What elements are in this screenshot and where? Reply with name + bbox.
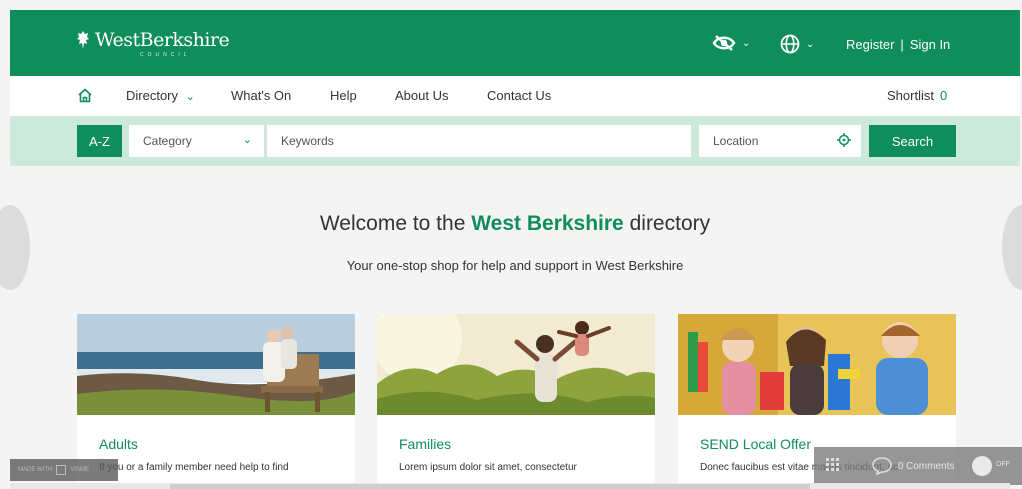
made-with-label: MADE WITH [18,467,53,473]
comments-count: 0 [898,461,904,472]
comments-label[interactable]: Comments [906,461,954,472]
keywords-input[interactable]: Keywords [267,125,691,157]
auth-links: Register | Sign In [846,37,950,52]
top-header: WestBerkshire COUNCIL ⌄ ⌄ Register | Sig… [10,10,1020,76]
card-image-send [678,314,956,415]
search-bar: A-Z Category ⌄ Keywords Location Search [10,116,1020,166]
logo-subtext: COUNCIL [140,52,191,58]
main-nav: Directory ⌄ What's On Help About Us Cont… [10,76,1020,116]
register-link[interactable]: Register [846,37,894,52]
nav-help[interactable]: Help [330,88,357,103]
made-with-brand: VISME [70,467,90,473]
chevron-down-icon: ⌄ [742,37,751,49]
category-placeholder: Category [143,134,192,148]
welcome-heading: Welcome to the West Berkshire directory [10,212,1020,236]
page: WestBerkshire COUNCIL ⌄ ⌄ Register | Sig… [0,0,1022,489]
accessibility-eye-icon [712,35,736,51]
card-image-families [377,314,655,415]
category-select[interactable]: Category ⌄ [129,125,264,157]
shortlist-label: Shortlist [887,88,934,103]
welcome-suffix: directory [629,212,711,235]
card-text: Lorem ipsum dolor sit amet, consectetur [399,462,577,473]
nav-contact-us[interactable]: Contact Us [487,88,551,103]
comment-bubble-icon[interactable] [872,457,892,475]
location-placeholder: Location [713,134,759,148]
keywords-placeholder: Keywords [281,134,334,148]
chevron-down-icon: ⌄ [242,134,252,146]
card-title[interactable]: SEND Local Offer [700,436,811,452]
toggle-state: OFF [996,461,1010,468]
card-adults[interactable]: Adults If you or a family member need he… [77,314,355,489]
card-image-adults [77,314,355,415]
card-title[interactable]: Families [399,436,451,452]
comments-toolbar: 0 Comments OFF [814,447,1022,485]
nav-about-us[interactable]: About Us [395,88,448,103]
search-button[interactable]: Search [869,125,956,157]
shortlist-link[interactable]: Shortlist 0 [887,88,947,103]
home-icon[interactable] [77,88,93,103]
location-input[interactable]: Location [699,125,861,157]
card-text: If you or a family member need help to f… [99,462,289,473]
crest-icon [77,31,89,49]
auth-separator: | [900,37,904,52]
council-logo[interactable]: WestBerkshire COUNCIL [76,29,230,58]
comments-toggle[interactable] [972,456,992,476]
accessibility-menu[interactable]: ⌄ [712,34,750,52]
shortlist-count: 0 [939,88,948,103]
a-z-button[interactable]: A-Z [77,125,122,157]
locate-icon[interactable] [837,133,851,147]
welcome-subtitle: Your one-stop shop for help and support … [346,258,684,273]
card-title[interactable]: Adults [99,436,138,452]
nav-directory-label: Directory [126,88,179,103]
nav-directory[interactable]: Directory ⌄ [126,88,195,103]
grid-icon[interactable] [826,458,840,472]
made-with-badge[interactable]: MADE WITH VISME [10,459,118,481]
scrollbar-thumb[interactable] [170,484,810,489]
nav-whats-on[interactable]: What's On [231,88,291,103]
welcome-prefix: Welcome to the [319,212,466,235]
welcome-brand: West Berkshire [471,212,624,235]
visme-logo-icon [56,465,67,475]
card-families[interactable]: Families Lorem ipsum dolor sit amet, con… [377,314,655,489]
signin-link[interactable]: Sign In [910,37,950,52]
globe-icon [780,34,800,54]
chevron-down-icon: ⌄ [806,38,815,50]
logo-wordmark: WestBerkshire [95,29,230,51]
language-menu[interactable]: ⌄ [780,34,814,54]
chevron-down-icon: ⌄ [185,91,195,103]
